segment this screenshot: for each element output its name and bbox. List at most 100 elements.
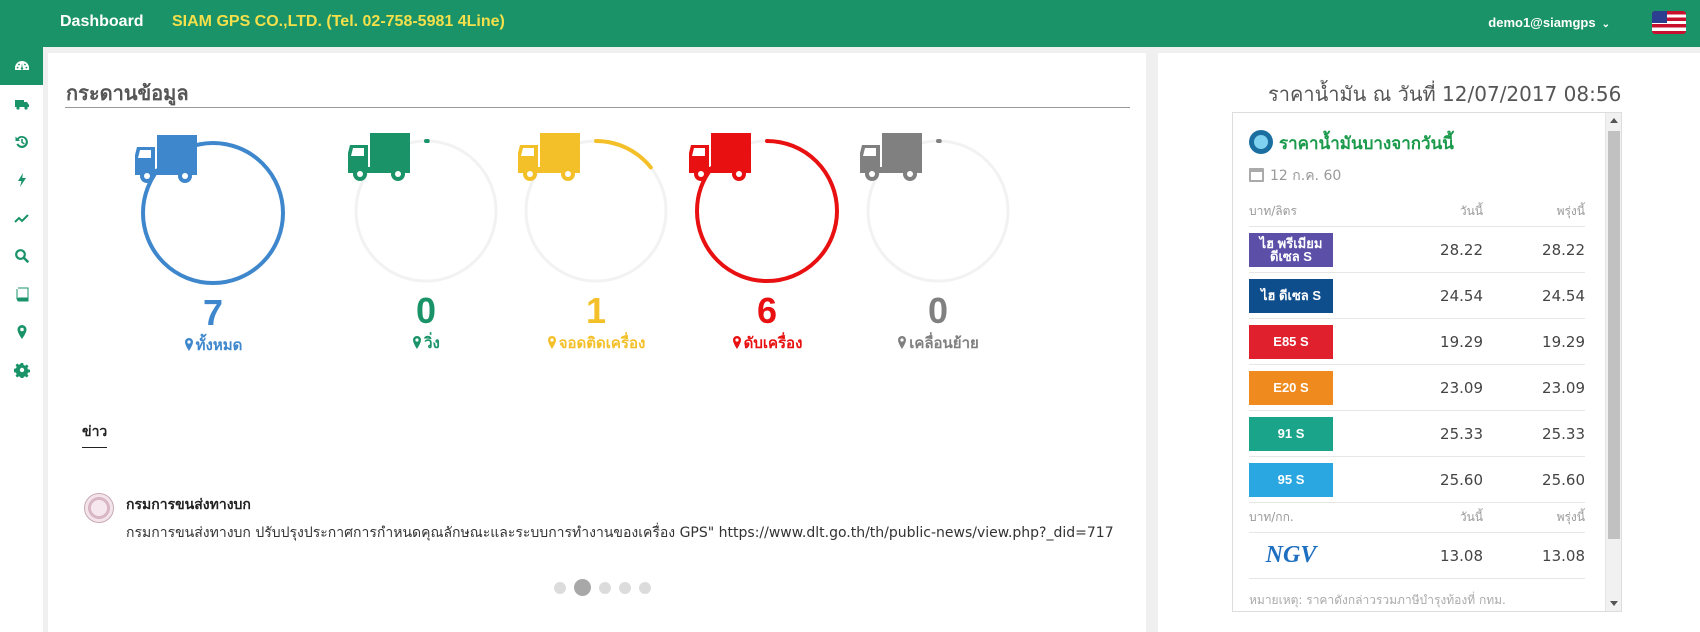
fuel-price-table: บาท/ลิตร วันนี้ พรุ่งนี้ ไฮ พรีเมียม ดีเ… bbox=[1249, 197, 1585, 579]
sidebar-item-book[interactable] bbox=[0, 275, 43, 313]
sidebar-item-places[interactable] bbox=[0, 313, 43, 351]
price-tomorrow: 19.29 bbox=[1542, 332, 1585, 351]
news-pager bbox=[554, 579, 651, 596]
fuel-badge: ไฮ ดีเซล S bbox=[1249, 278, 1333, 313]
oil-price-widget[interactable]: ราคาน้ำมันบางจากวันนี้ 12 ก.ค. 60 บาท/ลิ… bbox=[1232, 112, 1622, 612]
stat-card[interactable]: 6 ดับเครื่อง bbox=[687, 131, 847, 355]
map-marker-icon bbox=[898, 336, 907, 349]
table-row: ไฮ ดีเซล S 24.54 24.54 bbox=[1249, 273, 1585, 319]
stat-value: 1 bbox=[585, 290, 607, 331]
sidebar-item-vehicles[interactable] bbox=[0, 85, 43, 123]
pager-dot[interactable] bbox=[639, 581, 651, 594]
history-icon bbox=[15, 135, 28, 148]
sidebar-item-reports[interactable] bbox=[0, 199, 43, 237]
stat-card[interactable]: 7 ทั้งหมด bbox=[133, 133, 293, 357]
table-row: 91 S 25.33 25.33 bbox=[1249, 411, 1585, 457]
table-row: ไฮ พรีเมียม ดีเซล S 28.22 28.22 bbox=[1249, 227, 1585, 273]
stat-label: เคลื่อนย้าย bbox=[858, 331, 1018, 355]
stat-value: 7 bbox=[202, 292, 224, 333]
user-menu[interactable]: demo1@siamgps ⌄ bbox=[1488, 15, 1610, 30]
stat-value: 0 bbox=[415, 290, 437, 331]
map-marker-icon bbox=[184, 338, 193, 351]
truck-icon bbox=[135, 135, 197, 183]
page-title: กระดานข้อมูล bbox=[66, 81, 189, 105]
pager-dot[interactable] bbox=[619, 581, 631, 594]
table-row: E20 S 23.09 23.09 bbox=[1249, 365, 1585, 411]
fuel-badge: 95 S bbox=[1249, 462, 1333, 497]
price-today: 25.60 bbox=[1440, 470, 1483, 489]
price-today: 25.33 bbox=[1440, 424, 1483, 443]
bolt-icon bbox=[17, 173, 26, 187]
stat-card[interactable]: 0 วิ่ง bbox=[346, 131, 506, 355]
gear-icon bbox=[13, 363, 30, 378]
user-name: demo1@siamgps bbox=[1488, 15, 1596, 30]
dashboard-icon bbox=[14, 61, 29, 70]
pager-dot[interactable] bbox=[574, 579, 591, 596]
search-icon bbox=[14, 249, 29, 264]
tab-news[interactable]: ข่าว bbox=[82, 421, 108, 448]
stat-label: จอดติดเครื่อง bbox=[516, 331, 676, 355]
map-marker-icon bbox=[413, 336, 422, 349]
dashboard-panel: กระดานข้อมูล 7 ทั้งหมด 0 วิ่ง 1 จอดติดเครื่อง… bbox=[48, 53, 1146, 632]
chevron-down-icon: ⌄ bbox=[1601, 19, 1610, 30]
truck-icon bbox=[689, 133, 751, 181]
scroll-thumb[interactable] bbox=[1608, 131, 1620, 539]
scroll-up-icon[interactable] bbox=[1610, 118, 1618, 123]
dashboard-link[interactable]: Dashboard bbox=[60, 13, 144, 31]
price-tomorrow: 24.54 bbox=[1542, 286, 1585, 305]
fuel-badge: ไฮ พรีเมียม ดีเซล S bbox=[1249, 232, 1333, 267]
stat-value: 6 bbox=[756, 290, 778, 331]
fuel-badge: E85 S bbox=[1249, 324, 1333, 359]
truck-icon bbox=[860, 133, 922, 181]
map-marker-icon bbox=[547, 336, 556, 349]
sidebar bbox=[0, 47, 43, 632]
scrollbar[interactable] bbox=[1605, 113, 1621, 611]
price-tomorrow: 25.60 bbox=[1542, 470, 1585, 489]
sidebar-item-dashboard[interactable] bbox=[0, 47, 43, 85]
price-tomorrow: 23.09 bbox=[1542, 378, 1585, 397]
sidebar-item-history[interactable] bbox=[0, 123, 43, 161]
stat-ring bbox=[133, 133, 293, 293]
stat-card[interactable]: 1 จอดติดเครื่อง bbox=[516, 131, 676, 355]
pager-dot[interactable] bbox=[599, 581, 611, 594]
map-marker-icon bbox=[17, 325, 26, 339]
news-title: กรมการขนส่งทางบก bbox=[126, 497, 251, 513]
bangchak-title: ราคาน้ำมันบางจากวันนี้ bbox=[1279, 134, 1454, 154]
pager-dot[interactable] bbox=[554, 581, 566, 594]
truck-icon bbox=[348, 133, 410, 181]
price-tomorrow: 13.08 bbox=[1542, 546, 1585, 565]
price-today: 28.22 bbox=[1440, 240, 1483, 259]
title-divider bbox=[65, 107, 1130, 108]
price-note: หมายเหตุ: ราคาดังกล่าวรวมภาษีบำรุงท้องที… bbox=[1249, 593, 1506, 607]
scroll-down-icon[interactable] bbox=[1610, 601, 1618, 606]
ngv-logo: NGV bbox=[1265, 542, 1317, 568]
dlt-logo bbox=[84, 493, 114, 523]
line-chart-icon bbox=[13, 214, 29, 223]
sidebar-item-settings[interactable] bbox=[0, 351, 43, 389]
price-tomorrow: 25.33 bbox=[1542, 424, 1585, 443]
fuel-badge: E20 S bbox=[1249, 370, 1333, 405]
stat-value: 0 bbox=[927, 290, 949, 331]
oil-price-panel: ราคาน้ำมัน ณ วันที่ 12/07/2017 08:56 ราค… bbox=[1158, 53, 1700, 632]
stat-ring bbox=[346, 131, 506, 291]
stat-ring bbox=[516, 131, 676, 291]
stat-label: ทั้งหมด bbox=[133, 333, 293, 357]
table-row: 95 S 25.60 25.60 bbox=[1249, 457, 1585, 503]
bangchak-logo bbox=[1249, 130, 1273, 154]
table-row: NGV 13.08 13.08 bbox=[1249, 533, 1585, 579]
stat-ring bbox=[687, 131, 847, 291]
sidebar-item-engine[interactable] bbox=[0, 161, 43, 199]
calendar-icon bbox=[1249, 168, 1264, 182]
table-row: E85 S 19.29 19.29 bbox=[1249, 319, 1585, 365]
stat-card[interactable]: 0 เคลื่อนย้าย bbox=[858, 131, 1018, 355]
stat-label: ดับเครื่อง bbox=[687, 331, 847, 355]
truck-icon bbox=[518, 133, 580, 181]
company-name: SIAM GPS CO.,LTD. (Tel. 02-758-5981 4Lin… bbox=[172, 13, 505, 30]
top-bar: Dashboard SIAM GPS CO.,LTD. (Tel. 02-758… bbox=[0, 0, 1700, 47]
us-flag-icon[interactable] bbox=[1652, 11, 1686, 34]
price-today: 24.54 bbox=[1440, 286, 1483, 305]
price-today: 23.09 bbox=[1440, 378, 1483, 397]
truck-icon bbox=[14, 100, 29, 110]
news-body[interactable]: กรมการขนส่งทางบก ปรับปรุงประกาศการกำหนดค… bbox=[126, 522, 1114, 544]
sidebar-item-search[interactable] bbox=[0, 237, 43, 275]
